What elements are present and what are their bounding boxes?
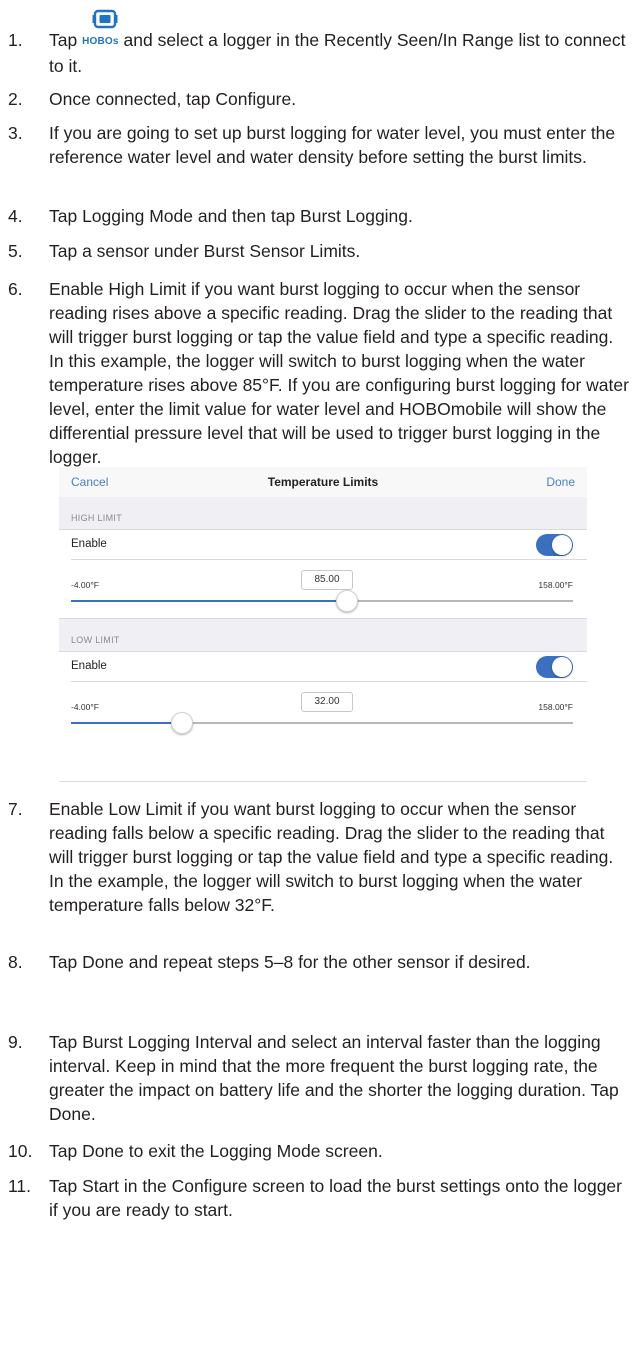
low-slider-row: -4.00°F 32.00 158.00°F	[59, 682, 587, 740]
step-text: Enable Low Limit if you want burst loggi…	[49, 799, 614, 915]
step-number: 8.	[8, 952, 23, 972]
step-number: 5.	[8, 241, 23, 261]
high-limit-slider-track[interactable]	[71, 600, 573, 602]
step-text: Tap Burst Logging Interval and select an…	[49, 1032, 619, 1124]
step-text-post: and select a logger in the Recently Seen…	[49, 30, 626, 76]
temperature-limits-screenshot: Cancel Temperature Limits Done HIGH LIMI…	[59, 467, 587, 782]
high-enable-row: Enable	[59, 530, 587, 559]
nav-bar: Cancel Temperature Limits Done	[59, 467, 587, 497]
section-title: HIGH LIMIT	[71, 513, 123, 523]
step-number: 3.	[8, 123, 23, 143]
screen-title: Temperature Limits	[267, 475, 379, 489]
step-number: 7.	[8, 799, 23, 819]
low-min-value: -4.00°F	[71, 702, 99, 712]
step-number: 11.	[8, 1176, 32, 1196]
step-text: Tap Start in the Configure screen to loa…	[49, 1176, 622, 1220]
toggle-knob	[552, 657, 572, 677]
done-button[interactable]: Done	[546, 475, 575, 489]
high-min-value: -4.00°F	[71, 580, 99, 590]
low-enable-row: Enable	[59, 652, 587, 681]
slider-fill	[71, 722, 183, 724]
hobos-tab-label[interactable]: HOBOs	[82, 36, 119, 47]
step-text: If you are going to set up burst logging…	[49, 123, 616, 167]
step-number: 10.	[8, 1141, 33, 1161]
high-slider-row: -4.00°F 85.00 158.00°F	[59, 560, 587, 618]
step-text: Tap a sensor under Burst Sensor Limits.	[49, 241, 361, 261]
low-limit-toggle[interactable]	[536, 656, 573, 678]
enable-label: Enable	[71, 538, 107, 550]
low-limit-slider-track[interactable]	[71, 722, 573, 724]
high-limit-slider-thumb[interactable]	[335, 590, 358, 612]
high-limit-header: HIGH LIMIT	[59, 497, 587, 529]
toggle-knob	[552, 535, 572, 555]
step-number: 9.	[8, 1032, 23, 1052]
high-limit-toggle[interactable]	[536, 534, 573, 556]
low-limit-header: LOW LIMIT	[59, 619, 587, 651]
step-number: 1.	[8, 30, 23, 50]
step-number: 2.	[8, 89, 23, 109]
divider	[59, 781, 587, 782]
step-text: Enable High Limit if you want burst logg…	[49, 279, 629, 467]
low-limit-value-field[interactable]: 32.00	[301, 692, 353, 712]
step-number: 4.	[8, 206, 23, 226]
step-text: Tap Done and repeat steps 5–8 for the ot…	[49, 952, 531, 972]
high-max-value: 158.00°F	[538, 580, 573, 590]
step-text-pre: Tap	[49, 30, 83, 50]
section-title: LOW LIMIT	[71, 635, 120, 645]
step-number: 6.	[8, 279, 23, 299]
enable-label: Enable	[71, 660, 107, 672]
low-max-value: 158.00°F	[538, 702, 573, 712]
step-text: Tap Logging Mode and then tap Burst Logg…	[49, 206, 413, 226]
hobos-logger-icon[interactable]	[92, 8, 118, 30]
low-limit-slider-thumb[interactable]	[171, 712, 194, 734]
step-text: Once connected, tap Configure.	[49, 89, 297, 109]
slider-fill	[71, 600, 347, 602]
high-limit-value-field[interactable]: 85.00	[301, 570, 353, 590]
step-text: Tap Done to exit the Logging Mode screen…	[49, 1141, 383, 1161]
